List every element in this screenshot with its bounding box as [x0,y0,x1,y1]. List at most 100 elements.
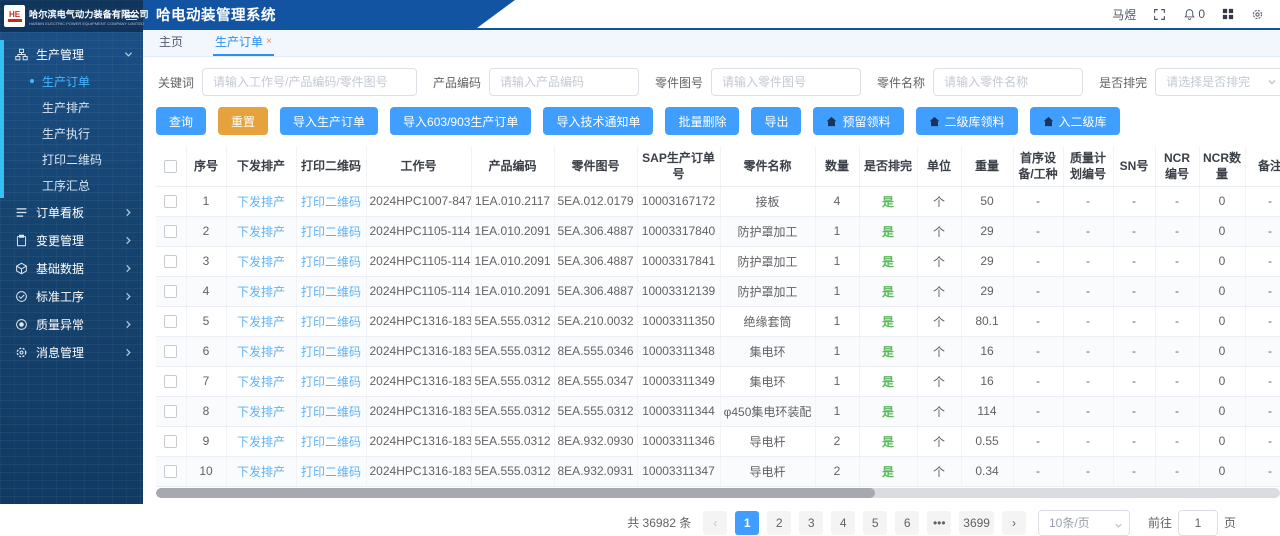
sidebar-subitem-打印二维码[interactable]: 打印二维码 [4,146,143,172]
cell-complete: 是 [859,336,918,367]
button-入二级库[interactable]: 入二级库 [1029,107,1120,135]
scrollbar-thumb[interactable] [156,487,876,498]
page-button-2[interactable]: 2 [767,510,792,535]
cell-remark: - [1245,246,1280,277]
sidebar-item-消息管理[interactable]: 消息管理 [4,338,143,366]
row-checkbox[interactable] [164,435,178,449]
filter-label: 零件图号 [655,75,704,90]
column-header-序号: 序号 [186,146,227,187]
page-button-•••[interactable]: ••• [927,510,952,535]
page-button-4[interactable]: 4 [831,510,856,535]
button-预留领料[interactable]: 预留领料 [813,107,904,135]
row-checkbox[interactable] [164,195,178,209]
cell-sn: - [1113,186,1156,217]
print-qrcode-link[interactable]: 打印二维码 [301,285,361,299]
button-重置[interactable]: 重置 [218,107,269,135]
row-checkbox[interactable] [164,315,178,329]
sidebar-subitem-工序汇总[interactable]: 工序汇总 [4,172,143,198]
fullscreen-icon[interactable] [1153,8,1166,21]
apps-grid-icon[interactable] [1222,8,1234,20]
dispatch-link[interactable]: 下发排产 [237,465,285,479]
dispatch-link[interactable]: 下发排产 [237,405,285,419]
dispatch-link[interactable]: 下发排产 [237,435,285,449]
sidebar-subitem-生产排产[interactable]: 生产排产 [4,94,143,120]
button-导入603/903生产订单[interactable]: 导入603/903生产订单 [390,107,532,135]
horizontal-scrollbar[interactable] [156,487,1280,498]
print-qrcode-link[interactable]: 打印二维码 [301,315,361,329]
print-qrcode-link[interactable]: 打印二维码 [301,195,361,209]
row-checkbox[interactable] [164,285,178,299]
tab-主页[interactable]: 主页 [157,33,185,56]
filter-label: 是否排完 [1099,75,1148,90]
cell-product-code: 1EA.010.2117 [471,186,555,217]
tab-生产订单[interactable]: 生产订单 × [213,33,274,56]
sidebar-item-标准工序[interactable]: 标准工序 [4,282,143,310]
button-二级库领料[interactable]: 二级库领料 [915,107,1018,135]
prev-page-button[interactable]: ‹ [703,510,728,535]
cell-ncr-qty: 0 [1199,246,1246,277]
select-all-checkbox[interactable] [164,159,178,173]
dispatch-link[interactable]: 下发排产 [237,255,285,269]
user-name[interactable]: 马煜 [1112,6,1136,23]
button-导入生产订单[interactable]: 导入生产订单 [280,107,379,135]
cell-product-code: 5EA.555.0312 [471,336,555,367]
dispatch-link[interactable]: 下发排产 [237,315,285,329]
table-row: 1 下发排产 打印二维码 2024HPC1007-847-1 1EA.010.2… [156,186,1280,217]
cell-complete: 是 [859,426,918,457]
table-row: 3 下发排产 打印二维码 2024HPC1105-1147-3 1EA.010.… [156,246,1280,277]
filter-select-是否排完[interactable] [1155,68,1280,96]
filter-input-产品编码[interactable] [489,68,640,96]
print-qrcode-link[interactable]: 打印二维码 [301,375,361,389]
button-查询[interactable]: 查询 [156,107,207,135]
cell-quality-plan: - [1063,336,1114,367]
print-qrcode-link[interactable]: 打印二维码 [301,225,361,239]
next-page-button[interactable]: › [1001,510,1026,535]
notification-bell-icon[interactable]: 0 [1183,7,1205,21]
row-checkbox[interactable] [164,225,178,239]
button-导出[interactable]: 导出 [751,107,802,135]
cell-part-no: 8EA.932.0931 [554,456,638,487]
button-导入技术通知单[interactable]: 导入技术通知单 [543,107,654,135]
sidebar-item-生产管理[interactable]: 生产管理 [4,40,143,68]
row-checkbox[interactable] [164,255,178,269]
dispatch-link[interactable]: 下发排产 [237,225,285,239]
sidebar-subitem-生产订单[interactable]: 生产订单 [4,68,143,94]
cell-job-no: 2024HPC1316-1833-2 [366,366,472,397]
filter-input-零件图号[interactable] [711,68,862,96]
page-button-3[interactable]: 3 [799,510,824,535]
filter-label: 零件名称 [877,75,926,90]
dispatch-link[interactable]: 下发排产 [237,285,285,299]
cell-part-name: 导电杆 [720,456,816,487]
page-button-6[interactable]: 6 [895,510,920,535]
button-批量删除[interactable]: 批量删除 [665,107,740,135]
page-button-1[interactable]: 1 [735,510,760,535]
dispatch-link[interactable]: 下发排产 [237,345,285,359]
settings-gear-icon[interactable] [1251,8,1264,21]
goto-page-input[interactable] [1177,509,1218,536]
sidebar-subitem-生产执行[interactable]: 生产执行 [4,120,143,146]
close-tab-icon[interactable]: × [266,36,272,47]
sidebar-item-变更管理[interactable]: 变更管理 [4,226,143,254]
filter-input-零件名称[interactable] [933,68,1084,96]
page-button-5[interactable]: 5 [863,510,888,535]
print-qrcode-link[interactable]: 打印二维码 [301,405,361,419]
table-row: 6 下发排产 打印二维码 2024HPC1316-1833-2 5EA.555.… [156,336,1280,367]
page-button-3699[interactable]: 3699 [959,510,994,535]
print-qrcode-link[interactable]: 打印二维码 [301,465,361,479]
row-checkbox[interactable] [164,465,178,479]
cell-ncr-no: - [1155,276,1200,307]
sidebar-item-质量异常[interactable]: 质量异常 [4,310,143,338]
print-qrcode-link[interactable]: 打印二维码 [301,345,361,359]
filter-input-关键词[interactable] [202,68,418,96]
print-qrcode-link[interactable]: 打印二维码 [301,435,361,449]
dispatch-link[interactable]: 下发排产 [237,195,285,209]
page-size-select[interactable] [1037,509,1130,536]
sidebar-item-基础数据[interactable]: 基础数据 [4,254,143,282]
row-checkbox[interactable] [164,405,178,419]
print-qrcode-link[interactable]: 打印二维码 [301,255,361,269]
row-checkbox[interactable] [164,345,178,359]
row-checkbox[interactable] [164,375,178,389]
dispatch-link[interactable]: 下发排产 [237,375,285,389]
cell-sap-order-no: 10003312139 [637,276,721,307]
sidebar-item-订单看板[interactable]: 订单看板 [4,198,143,226]
